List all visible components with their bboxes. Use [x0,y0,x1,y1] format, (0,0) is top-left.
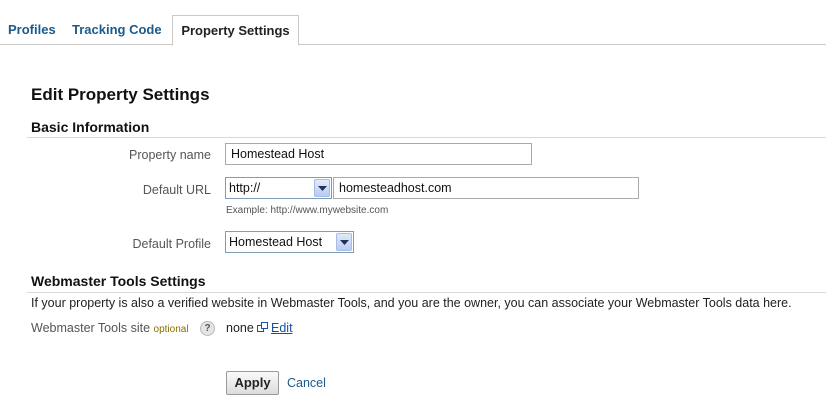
tab-bar: Profiles Tracking Code Property Settings [0,0,826,46]
default-url-input[interactable]: homesteadhost.com [333,177,639,199]
apply-button[interactable]: Apply [226,371,279,395]
basic-information-heading: Basic Information [31,119,150,135]
chevron-down-icon[interactable] [336,233,352,251]
webmaster-site-value: none [226,321,254,335]
tab-profiles[interactable]: Profiles [8,15,56,45]
external-link-icon [257,322,268,332]
protocol-select[interactable]: http:// [225,177,332,199]
protocol-value: http:// [229,181,261,195]
tab-tracking-code[interactable]: Tracking Code [72,15,162,45]
default-profile-value: Homestead Host [229,235,323,249]
default-url-label: Default URL [142,183,211,197]
help-icon[interactable]: ? [200,321,215,336]
webmaster-site-label-group: Webmaster Tools site optional [31,321,189,335]
chevron-down-icon[interactable] [314,179,330,197]
divider [27,292,826,293]
webmaster-site-label: Webmaster Tools site [31,321,151,335]
property-name-input[interactable]: Homestead Host [225,143,532,165]
page-title: Edit Property Settings [31,85,210,104]
edit-link[interactable]: Edit [271,321,293,335]
webmaster-tools-heading: Webmaster Tools Settings [31,273,206,289]
default-profile-select[interactable]: Homestead Host [225,231,354,253]
divider [27,137,826,138]
tab-property-settings[interactable]: Property Settings [172,15,299,46]
url-example-hint: Example: http://www.mywebsite.com [226,205,389,216]
default-profile-label: Default Profile [132,237,211,251]
cancel-link[interactable]: Cancel [287,376,326,390]
optional-tag: optional [153,324,189,335]
property-name-label: Property name [129,148,211,162]
webmaster-description: If your property is also a verified webs… [31,296,792,310]
